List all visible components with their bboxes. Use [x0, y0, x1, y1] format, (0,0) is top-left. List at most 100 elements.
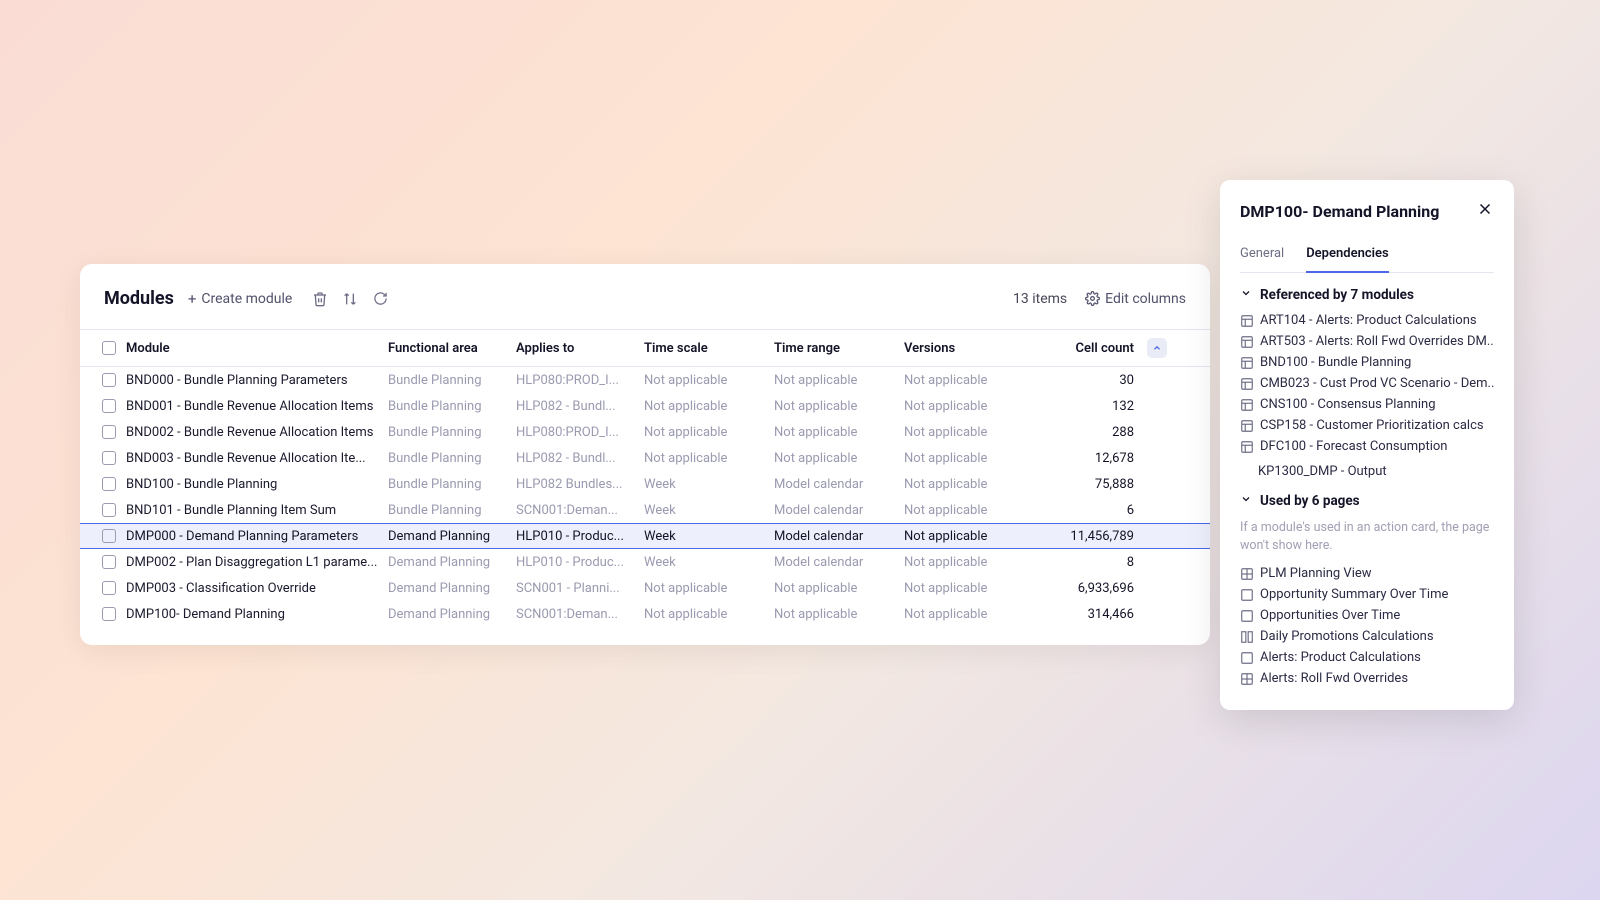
cell-versions: Not applicable [904, 503, 1034, 518]
cell-time-scale: Not applicable [644, 425, 774, 440]
table-row[interactable]: BND100 - Bundle PlanningBundle PlanningH… [80, 471, 1210, 497]
cell-versions: Not applicable [904, 399, 1034, 414]
select-all-checkbox[interactable] [102, 341, 116, 355]
cell-applies-to: HLP010 - Produc... [516, 529, 644, 544]
cell-applies-to: SCN001 - Planni... [516, 581, 644, 596]
cell-module: DMP003 - Classification Override [126, 581, 388, 596]
cell-versions: Not applicable [904, 451, 1034, 466]
page-item[interactable]: Alerts: Product Calculations [1240, 650, 1494, 665]
cell-versions: Not applicable [904, 529, 1034, 544]
cell-module: BND003 - Bundle Revenue Allocation Ite..… [126, 451, 388, 466]
table-row[interactable]: BND002 - Bundle Revenue Allocation Items… [80, 419, 1210, 445]
cell-cell-count: 314,466 [1034, 607, 1144, 622]
row-checkbox[interactable] [102, 425, 116, 439]
ref-item[interactable]: DFC100 - Forecast Consumption [1240, 439, 1494, 454]
cell-applies-to: HLP082 Bundles... [516, 477, 644, 492]
ref-item[interactable]: ART503 - Alerts: Roll Fwd Overrides DM..… [1240, 334, 1494, 349]
page-title: Modules [104, 288, 174, 309]
page-item[interactable]: Daily Promotions Calculations [1240, 629, 1494, 644]
row-checkbox[interactable] [102, 529, 116, 543]
cell-cell-count: 75,888 [1034, 477, 1144, 492]
card-header: Modules + Create module 13 items Edit co… [80, 264, 1210, 329]
cell-functional-area: Bundle Planning [388, 477, 516, 492]
ref-item-indent[interactable]: KP1300_DMP - Output [1258, 464, 1494, 479]
delete-icon[interactable] [310, 289, 330, 309]
col-time-scale[interactable]: Time scale [644, 341, 774, 356]
cell-functional-area: Demand Planning [388, 529, 516, 544]
cell-time-range: Not applicable [774, 425, 904, 440]
plus-icon: + [188, 290, 197, 308]
col-time-range[interactable]: Time range [774, 341, 904, 356]
tab-general[interactable]: General [1240, 240, 1284, 272]
create-module-label: Create module [201, 291, 292, 307]
cell-time-range: Model calendar [774, 555, 904, 570]
cell-functional-area: Bundle Planning [388, 399, 516, 414]
row-checkbox[interactable] [102, 555, 116, 569]
modules-table: Module Functional area Applies to Time s… [80, 329, 1210, 627]
table-row[interactable]: BND101 - Bundle Planning Item SumBundle … [80, 497, 1210, 523]
ref-item[interactable]: CSP158 - Customer Prioritization calcs [1240, 418, 1494, 433]
cell-functional-area: Demand Planning [388, 581, 516, 596]
cell-versions: Not applicable [904, 477, 1034, 492]
cell-time-range: Model calendar [774, 503, 904, 518]
page-item[interactable]: Alerts: Roll Fwd Overrides [1240, 671, 1494, 686]
row-checkbox[interactable] [102, 399, 116, 413]
cell-versions: Not applicable [904, 607, 1034, 622]
cell-time-scale: Week [644, 477, 774, 492]
cell-applies-to: SCN001:Deman... [516, 503, 644, 518]
ref-item[interactable]: BND100 - Bundle Planning [1240, 355, 1494, 370]
row-checkbox[interactable] [102, 581, 116, 595]
cell-module: BND101 - Bundle Planning Item Sum [126, 503, 388, 518]
cell-applies-to: HLP080:PROD_I... [516, 373, 644, 388]
cell-versions: Not applicable [904, 373, 1034, 388]
cell-cell-count: 11,456,789 [1034, 529, 1144, 544]
col-versions[interactable]: Versions [904, 341, 1034, 356]
tab-dependencies[interactable]: Dependencies [1306, 240, 1388, 273]
cell-cell-count: 30 [1034, 373, 1144, 388]
col-functional-area[interactable]: Functional area [388, 341, 516, 356]
chevron-down-icon [1240, 493, 1252, 509]
row-checkbox[interactable] [102, 477, 116, 491]
col-module[interactable]: Module [126, 341, 388, 356]
table-row[interactable]: DMP000 - Demand Planning ParametersDeman… [80, 523, 1210, 549]
used-by-header[interactable]: Used by 6 pages [1240, 493, 1494, 509]
reorder-icon[interactable] [340, 289, 360, 309]
row-checkbox[interactable] [102, 503, 116, 517]
cell-module: BND002 - Bundle Revenue Allocation Items [126, 425, 388, 440]
row-checkbox[interactable] [102, 451, 116, 465]
table-row[interactable]: DMP100- Demand PlanningDemand PlanningSC… [80, 601, 1210, 627]
row-checkbox[interactable] [102, 373, 116, 387]
cell-functional-area: Bundle Planning [388, 373, 516, 388]
ref-item[interactable]: CMB023 - Cust Prod VC Scenario - Dem... [1240, 376, 1494, 391]
edit-columns-button[interactable]: Edit columns [1085, 291, 1186, 307]
cell-versions: Not applicable [904, 581, 1034, 596]
page-item[interactable]: Opportunities Over Time [1240, 608, 1494, 623]
col-cell-count[interactable]: Cell count [1034, 341, 1144, 356]
panel-title: DMP100- Demand Planning [1240, 202, 1476, 221]
cell-cell-count: 288 [1034, 425, 1144, 440]
page-item[interactable]: PLM Planning View [1240, 566, 1494, 581]
close-icon[interactable] [1476, 200, 1494, 222]
sort-ascending-icon[interactable] [1147, 338, 1167, 358]
cell-functional-area: Bundle Planning [388, 503, 516, 518]
table-row[interactable]: DMP003 - Classification OverrideDemand P… [80, 575, 1210, 601]
cell-cell-count: 6,933,696 [1034, 581, 1144, 596]
table-row[interactable]: BND000 - Bundle Planning ParametersBundl… [80, 367, 1210, 393]
ref-item[interactable]: CNS100 - Consensus Planning [1240, 397, 1494, 412]
panel-header: DMP100- Demand Planning [1240, 200, 1494, 222]
ref-item[interactable]: ART104 - Alerts: Product Calculations [1240, 313, 1494, 328]
table-row[interactable]: BND003 - Bundle Revenue Allocation Ite..… [80, 445, 1210, 471]
page-item[interactable]: Opportunity Summary Over Time [1240, 587, 1494, 602]
row-checkbox[interactable] [102, 607, 116, 621]
create-module-button[interactable]: + Create module [188, 290, 292, 308]
cell-cell-count: 8 [1034, 555, 1144, 570]
refresh-icon[interactable] [370, 289, 390, 309]
col-applies-to[interactable]: Applies to [516, 341, 644, 356]
table-row[interactable]: BND001 - Bundle Revenue Allocation Items… [80, 393, 1210, 419]
details-panel: DMP100- Demand Planning General Dependen… [1220, 180, 1514, 710]
table-row[interactable]: DMP002 - Plan Disaggregation L1 parame..… [80, 549, 1210, 575]
modules-card: Modules + Create module 13 items Edit co… [80, 264, 1210, 645]
cell-applies-to: HLP010 - Produc... [516, 555, 644, 570]
panel-tabs: General Dependencies [1240, 240, 1494, 273]
referenced-by-header[interactable]: Referenced by 7 modules [1240, 287, 1494, 303]
